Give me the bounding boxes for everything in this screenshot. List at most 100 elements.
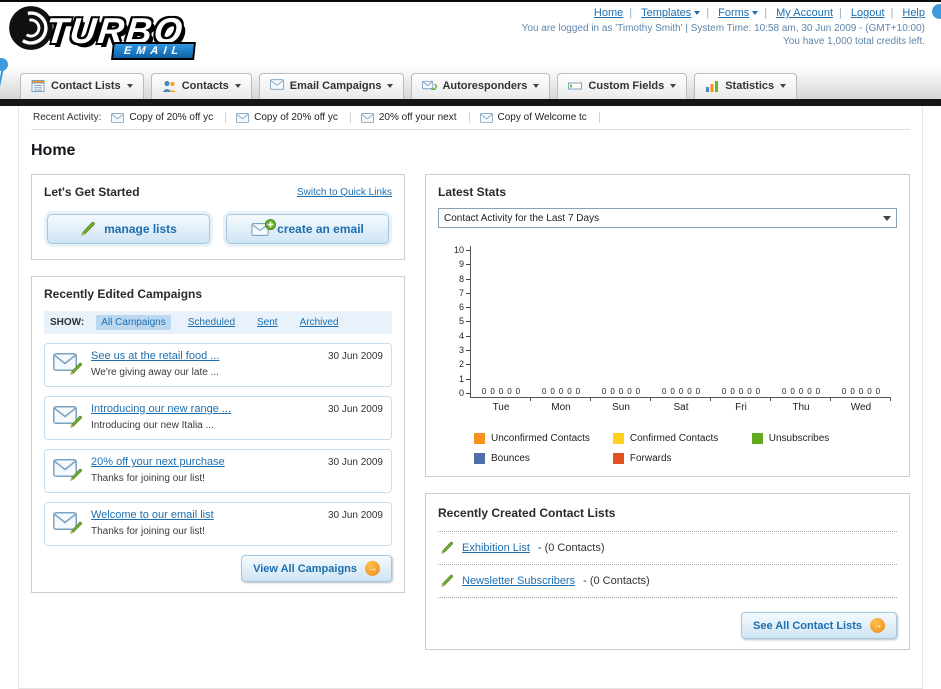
top-link-home[interactable]: Home (594, 7, 623, 19)
see-all-contact-lists-label: See All Contact Lists (752, 619, 862, 632)
legend-label: Unconfirmed Contacts (491, 433, 590, 444)
campaign-title-link[interactable]: 20% off your next purchase (91, 456, 225, 468)
tab-custom-fields[interactable]: Custom Fields (557, 73, 688, 99)
x-axis-label: Tue (492, 402, 510, 413)
bar-value-label: 0 (481, 387, 487, 396)
arrow-right-icon: → (365, 561, 380, 576)
bar-value-label: 0 (815, 387, 821, 396)
top-link-forms[interactable]: Forms (718, 7, 749, 19)
tab-statistics[interactable]: Statistics (694, 73, 798, 99)
campaign-subtitle: We're giving away our late ... (91, 367, 219, 378)
y-tick-label: 6 (459, 303, 470, 312)
filter-archived[interactable]: Archived (295, 315, 344, 330)
recent-activity-item[interactable]: Copy of 20% off yc (111, 112, 227, 123)
legend-item: Unconfirmed Contacts (474, 433, 613, 444)
y-tick-label: 1 (459, 374, 470, 384)
bar-value-label: 0 (721, 387, 727, 396)
pencil-icon (440, 574, 454, 588)
main-navigation: Contact Lists Contacts Email Campaigns A… (0, 66, 941, 99)
envelope-icon (361, 113, 374, 123)
email-campaigns-icon (270, 79, 284, 93)
tab-contacts[interactable]: Contacts (150, 73, 252, 99)
x-axis-label: Fri (735, 402, 747, 413)
legend-swatch (474, 433, 485, 444)
recent-activity-item[interactable]: Copy of 20% off yc (236, 112, 351, 123)
bar-value-label: 0 (790, 387, 795, 396)
chart-group: 00000 (471, 387, 531, 401)
contact-list-count: - (0 Contacts) (537, 542, 605, 554)
campaign-subtitle: Thanks for joining our list! (91, 526, 205, 537)
chart-groups: 00000000000000000000000000000000000 (471, 387, 891, 401)
y-tick-label: 0 (459, 388, 470, 398)
legend-label: Bounces (491, 453, 530, 464)
chevron-down-icon (387, 84, 394, 88)
recent-activity-bar: Recent Activity: Copy of 20% off yc Copy… (31, 106, 910, 130)
filter-all-campaigns[interactable]: All Campaigns (96, 315, 171, 330)
top-link-templates[interactable]: Templates (641, 7, 691, 19)
autoresponders-icon (422, 79, 436, 93)
see-all-contact-lists-button[interactable]: See All Contact Lists → (740, 612, 897, 639)
bar-value-label: 0 (610, 387, 615, 396)
create-email-button[interactable]: create an email (226, 214, 389, 244)
tab-contact-lists[interactable]: Contact Lists (20, 73, 144, 99)
stats-period-select[interactable]: Contact Activity for the Last 7 Days (438, 208, 897, 228)
recent-activity-item[interactable]: 20% off your next (361, 112, 470, 123)
chart-y-axis: 10 9 8 7 6 5 4 3 2 1 0 (444, 246, 470, 398)
campaign-title-link[interactable]: See us at the retail food ... (91, 350, 219, 362)
top-nav-links: Home Templates Forms My Account Logout H… (522, 7, 925, 19)
bar-value-label: 0 (850, 387, 855, 396)
legend-item: Confirmed Contacts (612, 433, 752, 444)
recent-activity-item[interactable]: Copy of Welcome tc (480, 112, 600, 123)
show-label: SHOW: (50, 317, 85, 328)
contact-list-link[interactable]: Exhibition List (462, 542, 530, 554)
tab-label: Contact Lists (51, 80, 121, 92)
activity-item-label: Copy of Welcome tc (497, 112, 587, 123)
campaign-date: 30 Jun 2009 (327, 457, 383, 468)
latest-stats-title: Latest Stats (438, 185, 507, 199)
bar-value-label: 0 (867, 387, 872, 396)
content-frame: Recent Activity: Copy of 20% off yc Copy… (18, 106, 923, 689)
x-axis-label: Sat (673, 402, 689, 413)
tab-label: Email Campaigns (289, 80, 382, 92)
chevron-down-icon (670, 84, 677, 88)
contact-list-link[interactable]: Newsletter Subscribers (462, 575, 575, 587)
manage-lists-button[interactable]: manage lists (47, 214, 210, 244)
campaign-title-link[interactable]: Introducing our new range ... (91, 403, 231, 415)
chart-group: 00000 (531, 387, 591, 401)
tab-autoresponders[interactable]: Autoresponders (411, 73, 551, 99)
bar-value-label: 0 (635, 387, 641, 396)
view-all-campaigns-label: View All Campaigns (253, 562, 357, 575)
x-axis-label: Wed (850, 402, 872, 413)
recent-contact-lists-title: Recently Created Contact Lists (438, 506, 616, 520)
envelope-icon (480, 113, 493, 123)
chart-group: 00000 (651, 387, 711, 401)
filter-sent[interactable]: Sent (252, 315, 283, 330)
bar-value-label: 0 (798, 387, 804, 396)
view-all-campaigns-button[interactable]: View All Campaigns → (241, 555, 392, 582)
header-right: Home Templates Forms My Account Logout H… (522, 7, 925, 47)
chart-group: 00000 (831, 387, 891, 401)
y-tick-label: 8 (459, 274, 470, 284)
top-link-logout[interactable]: Logout (851, 7, 885, 19)
filter-scheduled[interactable]: Scheduled (183, 315, 240, 330)
campaign-row: See us at the retail food ... We're givi… (44, 343, 392, 387)
bar-value-label: 0 (755, 387, 761, 396)
envelope-plus-icon (251, 223, 269, 236)
legend-swatch (751, 433, 763, 444)
manage-lists-label: manage lists (104, 222, 177, 236)
top-link-help[interactable]: Help (902, 7, 925, 19)
switch-quick-links-link[interactable]: Switch to Quick Links (297, 187, 392, 198)
tab-email-campaigns[interactable]: Email Campaigns (258, 73, 405, 99)
envelope-icon (111, 113, 124, 123)
top-link-my-account[interactable]: My Account (776, 7, 833, 19)
chevron-down-icon (234, 84, 241, 88)
pencil-icon (80, 221, 96, 237)
tab-label: Custom Fields (588, 80, 665, 92)
campaign-date: 30 Jun 2009 (327, 351, 383, 362)
campaign-title-link[interactable]: Welcome to our email list (91, 509, 214, 521)
chevron-down-icon (883, 215, 891, 221)
recent-campaigns-title: Recently Edited Campaigns (44, 287, 203, 301)
recent-campaigns-panel: Recently Edited Campaigns SHOW: All Camp… (31, 276, 405, 593)
bar-value-label: 0 (507, 387, 512, 396)
legend-item: Forwards (612, 453, 752, 464)
